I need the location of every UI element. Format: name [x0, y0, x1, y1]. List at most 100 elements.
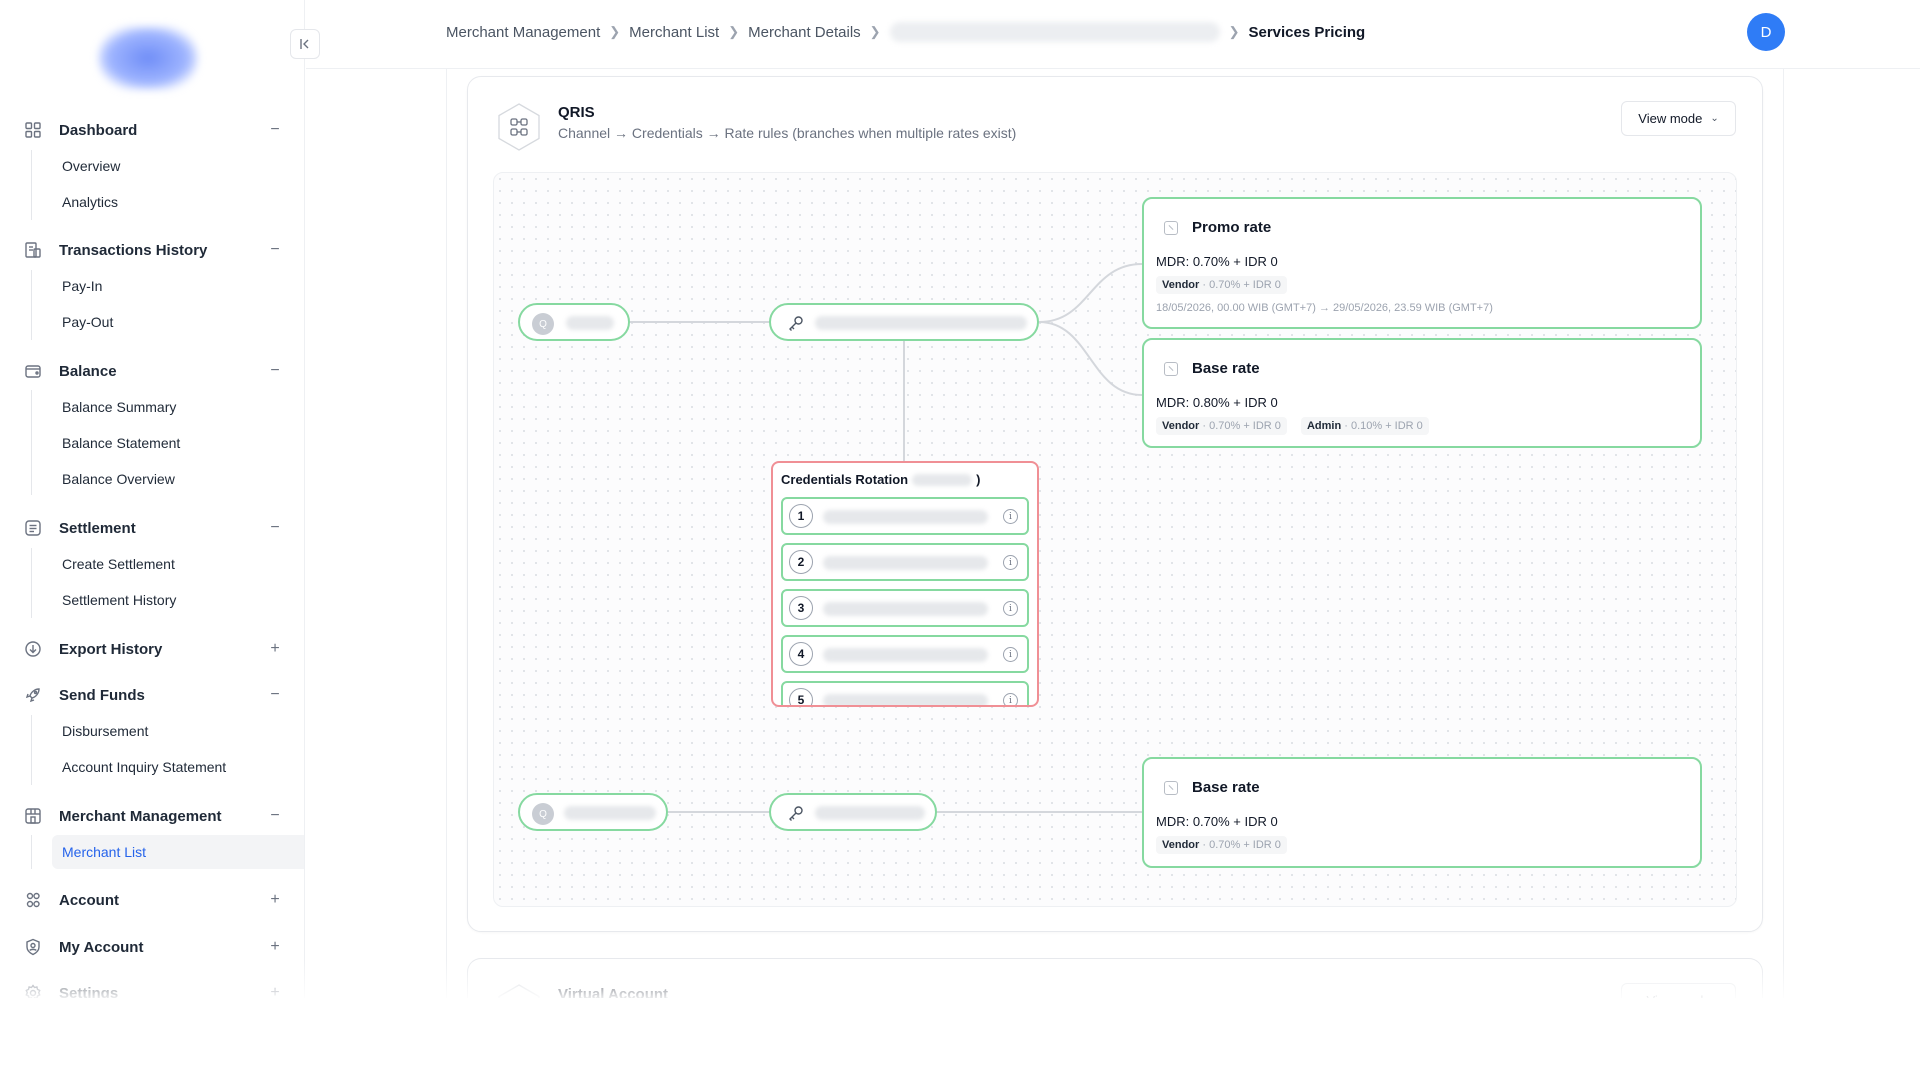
- nav-section-send-funds[interactable]: Send Funds −: [0, 677, 305, 713]
- nav-section-merchant-management[interactable]: Merchant Management −: [0, 798, 305, 834]
- rate-split-chips: Vendor · 0.70% + IDR 0: [1156, 836, 1287, 854]
- nav-item-settlement-history[interactable]: Settlement History: [52, 583, 304, 617]
- breadcrumb-item[interactable]: Merchant Management: [446, 24, 600, 41]
- expand-toggle-icon[interactable]: +: [268, 938, 282, 956]
- nav-section-label: Account: [59, 891, 119, 909]
- nav-item-analytics[interactable]: Analytics: [52, 185, 304, 219]
- nav-section-label: My Account: [59, 938, 144, 956]
- view-mode-dropdown[interactable]: View mode ⌄: [1621, 101, 1736, 136]
- collapse-toggle-icon[interactable]: −: [268, 519, 282, 537]
- rate-card-base[interactable]: Base rate MDR: 0.70% + IDR 0 Vendor · 0.…: [1142, 757, 1702, 868]
- channel-node[interactable]: Q: [518, 303, 630, 341]
- info-icon[interactable]: i: [1003, 555, 1018, 570]
- rotation-row[interactable]: 5 i: [781, 681, 1029, 705]
- rate-mdr: MDR: 0.80% + IDR 0: [1156, 395, 1278, 410]
- nav-rail: [31, 150, 32, 220]
- channel-badge: Q: [532, 313, 554, 335]
- chip-label: Vendor: [1162, 279, 1200, 291]
- collapse-toggle-icon[interactable]: −: [268, 241, 282, 259]
- rotation-index: 4: [789, 642, 813, 666]
- collapse-toggle-icon[interactable]: −: [268, 362, 282, 380]
- nav-section-label: Export History: [59, 640, 163, 658]
- expand-toggle-icon[interactable]: +: [268, 640, 282, 658]
- collapse-toggle-icon[interactable]: −: [268, 807, 282, 825]
- chevron-down-icon: ⌄: [1710, 113, 1719, 124]
- vendor-chip: Vendor · 0.70% + IDR 0: [1156, 836, 1287, 854]
- nav-section-label: Send Funds: [59, 686, 145, 704]
- rate-card-promo[interactable]: Promo rate MDR: 0.70% + IDR 0 Vendor · 0…: [1142, 197, 1702, 329]
- info-icon[interactable]: i: [1003, 601, 1018, 616]
- rate-title: Promo rate: [1192, 219, 1272, 236]
- nav-section-my-account[interactable]: My Account +: [0, 929, 305, 965]
- rate-mdr: MDR: 0.70% + IDR 0: [1156, 254, 1278, 269]
- nav-section-balance[interactable]: Balance −: [0, 353, 305, 389]
- expand-toggle-icon[interactable]: +: [268, 891, 282, 909]
- below-viewport-area: [0, 998, 1920, 1080]
- credentials-rotation-panel[interactable]: Credentials Rotation ) 1 i 2 i 3 i 4 i 5…: [771, 461, 1039, 707]
- info-icon[interactable]: i: [1003, 509, 1018, 524]
- rate-card-base[interactable]: Base rate MDR: 0.80% + IDR 0 Vendor · 0.…: [1142, 338, 1702, 448]
- rotation-row[interactable]: 1 i: [781, 497, 1029, 535]
- chevron-right-icon: ❯: [728, 24, 740, 39]
- nav-section-label: Balance: [59, 362, 117, 380]
- nav-item-balance-summary[interactable]: Balance Summary: [52, 390, 304, 424]
- rotation-row[interactable]: 2 i: [781, 543, 1029, 581]
- nav-section-export-history[interactable]: Export History +: [0, 631, 305, 667]
- info-icon[interactable]: i: [1003, 647, 1018, 662]
- credential-node[interactable]: [769, 303, 1039, 341]
- avatar[interactable]: D: [1747, 13, 1785, 51]
- collapse-toggle-icon[interactable]: −: [268, 686, 282, 704]
- nav-section-transactions-history[interactable]: Transactions History −: [0, 232, 305, 268]
- card-title: QRIS: [558, 104, 595, 121]
- logo[interactable]: [98, 26, 198, 90]
- rate-checkbox-icon: [1164, 220, 1178, 235]
- rate-header: Base rate: [1164, 360, 1260, 377]
- nav-section-settlement[interactable]: Settlement −: [0, 510, 305, 546]
- rate-split-chips: Vendor · 0.70% + IDR 0 Admin · 0.10% + I…: [1156, 417, 1429, 435]
- rate-title: Base rate: [1192, 360, 1260, 377]
- nav-item-create-settlement[interactable]: Create Settlement: [52, 547, 304, 581]
- nav-item-merchant-list[interactable]: Merchant List: [52, 835, 304, 869]
- nav-section-dashboard[interactable]: Dashboard −: [0, 112, 305, 148]
- nav-item-disbursement[interactable]: Disbursement: [52, 714, 304, 748]
- info-icon[interactable]: i: [1003, 693, 1018, 705]
- nav-item-account-inquiry-statement[interactable]: Account Inquiry Statement: [52, 750, 304, 784]
- credential-node[interactable]: [769, 793, 937, 831]
- redacted-channel-name: [566, 316, 614, 330]
- vendor-chip: Vendor · 0.70% + IDR 0: [1156, 417, 1287, 435]
- nav-item-balance-overview[interactable]: Balance Overview: [52, 462, 304, 496]
- view-mode-label: View mode: [1638, 111, 1703, 126]
- redacted-credential: [823, 510, 988, 524]
- rotation-index: 1: [789, 504, 813, 528]
- nav-item-pay-out[interactable]: Pay-Out: [52, 305, 304, 339]
- nav-rail: [31, 835, 32, 869]
- breadcrumb-item[interactable]: Merchant List: [629, 24, 719, 41]
- rotation-index: 2: [789, 550, 813, 574]
- collapse-sidebar-button[interactable]: [290, 29, 320, 59]
- channel-node[interactable]: Q: [518, 793, 668, 831]
- rotation-row[interactable]: 4 i: [781, 635, 1029, 673]
- chip-value: · 0.70% + IDR 0: [1202, 420, 1281, 432]
- nav-rail: [31, 270, 32, 340]
- chevron-right-icon: ❯: [869, 24, 881, 39]
- rate-mdr: MDR: 0.70% + IDR 0: [1156, 814, 1278, 829]
- rocket-icon: [25, 688, 40, 703]
- nav-item-balance-statement[interactable]: Balance Statement: [52, 426, 304, 460]
- breadcrumb-item[interactable]: Merchant Details: [748, 24, 861, 41]
- chip-label: Admin: [1306, 420, 1342, 432]
- collapse-toggle-icon[interactable]: −: [268, 121, 282, 139]
- breadcrumb-redacted-merchant[interactable]: [889, 22, 1220, 42]
- chevron-right-icon: ❯: [1228, 24, 1240, 39]
- rotation-row[interactable]: 3 i: [781, 589, 1029, 627]
- card-subtitle: Channel → Credentials → Rate rules (bran…: [558, 125, 1017, 141]
- redacted-credential: [823, 648, 988, 662]
- qris-channel-icon: [498, 103, 540, 151]
- nav-item-pay-in[interactable]: Pay-In: [52, 269, 304, 303]
- nav-item-overview[interactable]: Overview: [52, 149, 304, 183]
- chip-label: Vendor: [1162, 839, 1200, 851]
- rate-title: Base rate: [1192, 779, 1260, 796]
- nav-section-account[interactable]: Account +: [0, 882, 305, 918]
- key-icon: [789, 806, 803, 821]
- collapse-icon: [300, 39, 309, 49]
- nav-rail: [31, 548, 32, 618]
